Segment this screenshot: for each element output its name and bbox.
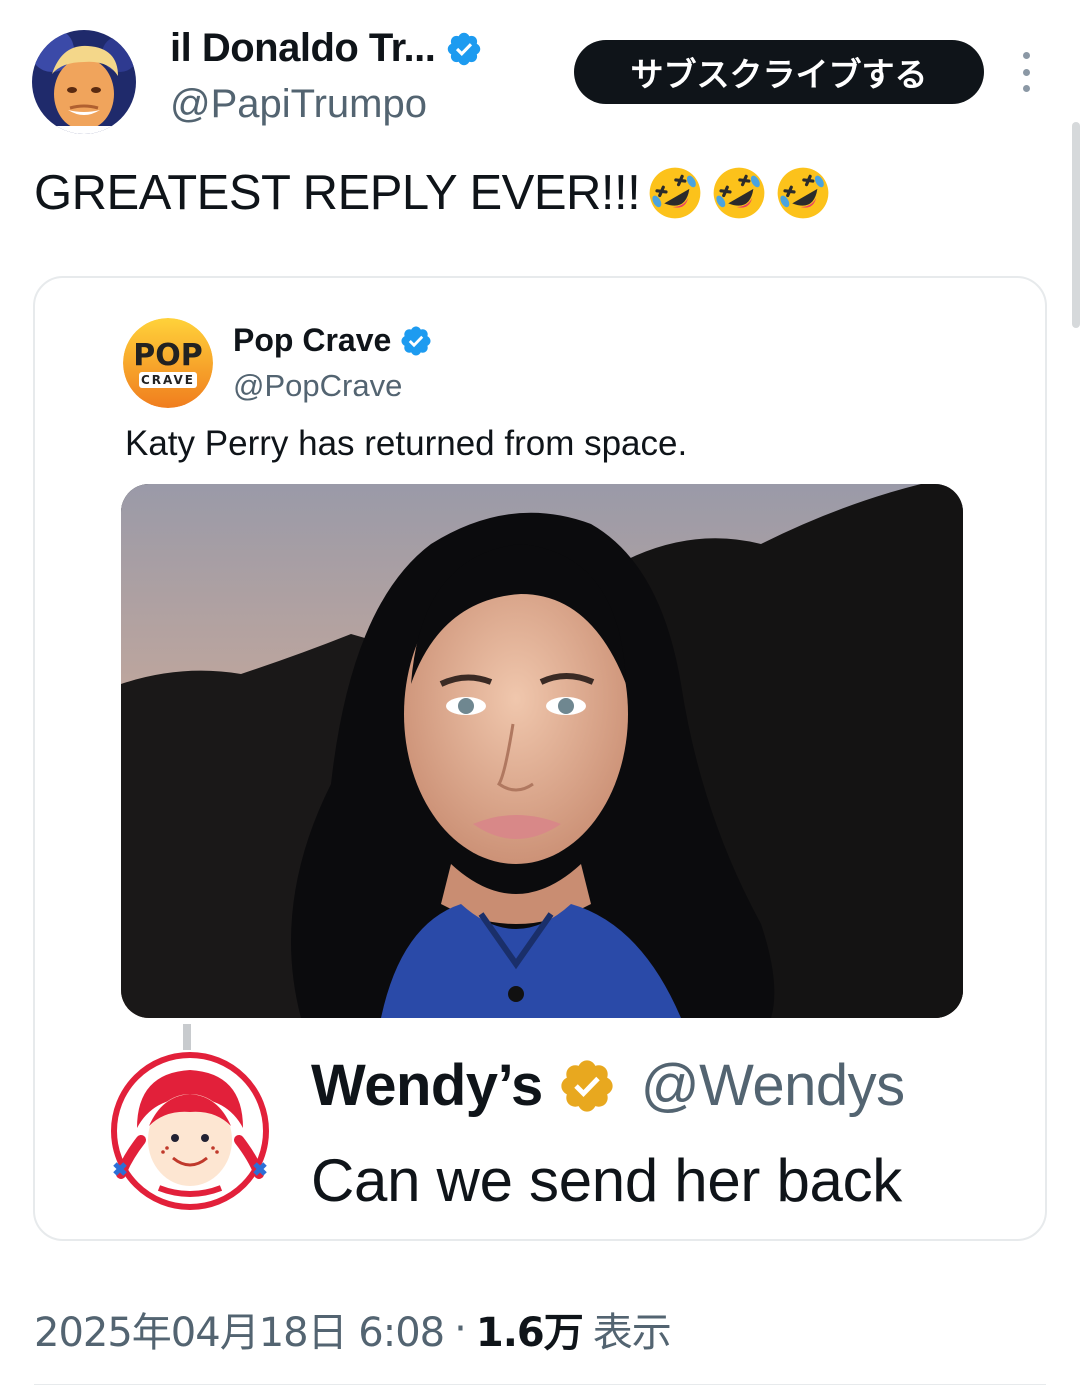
avatar-photo	[32, 30, 136, 134]
rolling-on-floor-laughing-icon	[777, 167, 829, 219]
divider	[34, 1384, 1046, 1385]
author-display-name[interactable]: il Donaldo Tr...	[170, 26, 436, 71]
views-count: 1.6万	[475, 1310, 584, 1356]
reply-handle: @Wendys	[640, 1053, 905, 1118]
rolling-on-floor-laughing-icon	[649, 167, 701, 219]
gold-check-icon	[561, 1059, 613, 1112]
views-label: 表示	[592, 1310, 672, 1356]
more-vertical-icon[interactable]	[1016, 52, 1036, 92]
tweet-text: GREATEST REPLY EVER!!!	[34, 164, 832, 222]
wendys-logo	[107, 1048, 273, 1214]
tweet-text-content: GREATEST REPLY EVER!!!	[34, 166, 641, 220]
blue-check-icon	[448, 32, 481, 65]
author-handle[interactable]: @PapiTrumpo	[170, 82, 427, 127]
quote-handle: @PopCrave	[233, 368, 403, 403]
blue-check-icon	[401, 325, 431, 356]
reply-text: Can we send her back	[311, 1147, 903, 1214]
pop-crave-logo: POP CRAVE	[123, 318, 213, 408]
quote-display-name: Pop Crave	[233, 322, 392, 358]
author-avatar[interactable]	[32, 30, 136, 134]
meta-separator: ·	[454, 1306, 467, 1352]
timestamp[interactable]: 2025年04月18日 6:08	[34, 1300, 445, 1358]
svg-text:CRAVE: CRAVE	[141, 373, 195, 387]
svg-text:POP: POP	[133, 338, 202, 373]
tweet-meta: 2025年04月18日 6:08 · 1.6万 表示	[34, 1300, 672, 1358]
scrollbar[interactable]	[1072, 122, 1080, 328]
reply-author: Wendy’s @Wendys	[311, 1052, 905, 1119]
rolling-on-floor-laughing-icon	[713, 167, 765, 219]
quote-author-name: Pop Crave	[233, 322, 433, 359]
reply-thread-line	[183, 1024, 191, 1050]
reply-display-name: Wendy’s	[311, 1053, 543, 1118]
portrait-photo	[121, 484, 963, 1018]
author-name[interactable]: il Donaldo Tr...	[170, 26, 483, 71]
attached-image-card[interactable]: POP CRAVE Pop Crave @PopCrave Katy Perry…	[33, 276, 1047, 1241]
subscribe-button[interactable]: サブスクライブする	[574, 40, 984, 104]
quote-text: Katy Perry has returned from space.	[125, 424, 688, 463]
